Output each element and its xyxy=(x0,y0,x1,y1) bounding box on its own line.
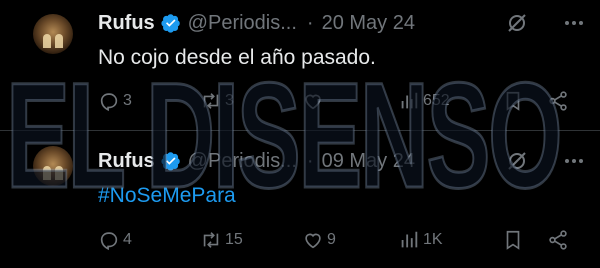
retweet-button[interactable]: 3 xyxy=(200,89,234,113)
bookmark-icon xyxy=(506,230,520,250)
like-button[interactable]: 9 xyxy=(302,228,336,252)
retweet-count: 3 xyxy=(225,92,234,109)
more-icon[interactable] xyxy=(562,11,586,35)
verified-badge-icon xyxy=(161,152,180,171)
grok-icon[interactable] xyxy=(505,149,529,173)
tweet[interactable]: Rufus @Periodis... · 09 May 24 #NoSeMePa… xyxy=(0,132,600,268)
avatar[interactable] xyxy=(33,146,73,186)
tweet-header: Rufus @Periodis... · 20 May 24 xyxy=(98,10,415,36)
tweet-actions: 4 15 9 1K xyxy=(0,228,600,252)
like-button[interactable] xyxy=(302,89,327,113)
tweet-date[interactable]: 20 May 24 xyxy=(322,12,415,35)
separator-dot: · xyxy=(306,149,314,172)
like-count: 9 xyxy=(327,231,336,248)
bookmark-button[interactable] xyxy=(502,228,524,252)
view-count: 652 xyxy=(423,92,450,109)
bookmark-button[interactable] xyxy=(502,89,524,113)
author-handle[interactable]: @Periodis... xyxy=(188,12,297,35)
reply-count: 3 xyxy=(123,92,132,109)
like-icon xyxy=(305,233,321,249)
share-button[interactable] xyxy=(547,228,569,252)
tweet-divider xyxy=(0,130,600,131)
share-button[interactable] xyxy=(547,89,569,113)
retweet-count: 15 xyxy=(225,231,243,248)
view-count: 1K xyxy=(423,231,443,248)
separator-dot: · xyxy=(306,11,314,34)
reply-icon xyxy=(100,232,118,251)
views-button[interactable]: 652 xyxy=(398,89,450,113)
author-name[interactable]: Rufus xyxy=(98,150,155,173)
author-name[interactable]: Rufus xyxy=(98,12,155,35)
share-icon xyxy=(549,91,567,111)
retweet-icon xyxy=(203,93,219,109)
tweet-actions: 3 3 652 xyxy=(0,89,600,113)
retweet-button[interactable]: 15 xyxy=(200,228,243,252)
views-button[interactable]: 1K xyxy=(398,228,443,252)
tweet-header: Rufus @Periodis... · 09 May 24 xyxy=(98,148,415,174)
reply-icon xyxy=(100,93,118,112)
views-icon xyxy=(401,92,418,109)
tweet-date[interactable]: 09 May 24 xyxy=(322,150,415,173)
reply-button[interactable]: 4 xyxy=(98,228,132,252)
retweet-icon xyxy=(203,232,219,248)
tweet-text: No cojo desde el año pasado. xyxy=(98,46,376,69)
avatar[interactable] xyxy=(33,14,73,54)
more-icon[interactable] xyxy=(562,149,586,173)
reply-count: 4 xyxy=(123,231,132,248)
grok-icon[interactable] xyxy=(505,11,529,35)
bookmark-icon xyxy=(506,91,520,111)
reply-button[interactable]: 3 xyxy=(98,89,132,113)
tweet[interactable]: Rufus @Periodis... · 20 May 24 No cojo d… xyxy=(0,0,600,130)
like-icon xyxy=(305,94,321,110)
author-handle[interactable]: @Periodis... xyxy=(188,150,297,173)
share-icon xyxy=(549,230,567,250)
tweet-hashtag[interactable]: #NoSeMePara xyxy=(98,184,236,208)
verified-badge-icon xyxy=(161,14,180,33)
views-icon xyxy=(401,231,418,248)
